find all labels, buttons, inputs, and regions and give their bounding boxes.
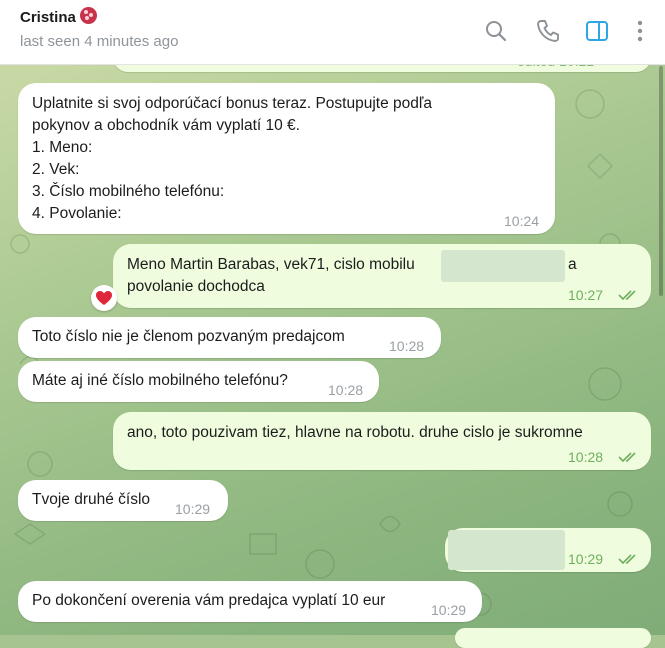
message-time: 10:29 [175,501,211,517]
reaction-badge[interactable] [91,285,117,311]
message-time: 10:29 [431,602,467,618]
message-time: 10:24 [504,213,540,229]
message-text: ano, toto pouzivam tiez, hlavne na robot… [127,424,583,441]
message-bubble-incoming[interactable]: Po dokončení overenia vám predajca vypla… [18,581,482,622]
contact-status: last seen 4 minutes ago [20,33,179,50]
message-time: 10:28 [389,338,425,354]
redacted-content [448,530,565,570]
message-text-line2: povolanie dochodca [127,278,265,295]
heart-icon [96,291,112,305]
message-bubble-outgoing[interactable]: ano, toto pouzivam tiez, hlavne na robot… [113,412,651,470]
message-text-line1-end: a [568,256,577,273]
redacted-phone-number [441,250,565,282]
message-text: Máte aj iné číslo mobilného telefónu? [32,372,288,389]
contact-name-text[interactable]: Cristina [20,9,76,26]
message-bubble-outgoing[interactable]: Meno Martin Barabas, vek71, cislo mobilu… [113,244,651,308]
contact-name[interactable]: Cristina [20,7,97,26]
message-time: 10:28 [328,382,364,398]
message-bubble-outgoing[interactable]: 10:29 [445,528,651,572]
message-bubble-incoming[interactable]: Uplatnite si svoj odporúčací bonus teraz… [18,83,555,234]
search-icon[interactable] [483,18,509,44]
double-check-icon [618,290,636,301]
message-text: Tvoje druhé číslo [32,491,151,508]
message-time: 10:28 [568,449,604,465]
double-check-icon [618,554,636,565]
message-bubble-incoming[interactable]: Máte aj iné číslo mobilného telefónu? 10… [18,361,379,402]
message-text-line1: Meno Martin Barabas, vek71, cislo mobilu [127,256,415,273]
message-time: 10:29 [568,551,604,567]
more-options-icon[interactable] [627,18,653,44]
message-bubble-outgoing-partial[interactable] [455,628,651,648]
raspberry-emoji-icon [79,7,97,24]
message-text: Uplatnite si svoj odporúčací bonus teraz… [32,95,433,222]
sidebar-toggle-icon[interactable] [584,18,610,44]
message-text: Toto číslo nie je členom pozvaným predaj… [32,328,345,345]
phone-icon[interactable] [535,18,561,44]
chat-scrollbar[interactable] [659,66,663,296]
chat-header: Cristina last seen 4 minutes ago [0,0,665,65]
message-text: Po dokončení overenia vám predajca vypla… [32,592,386,609]
message-bubble-incoming[interactable]: Toto číslo nie je členom pozvaným predaj… [18,317,441,358]
double-check-icon [618,452,636,463]
message-bubble-incoming[interactable]: Tvoje druhé číslo 10:29 [18,480,228,521]
message-time: 10:27 [568,287,604,303]
